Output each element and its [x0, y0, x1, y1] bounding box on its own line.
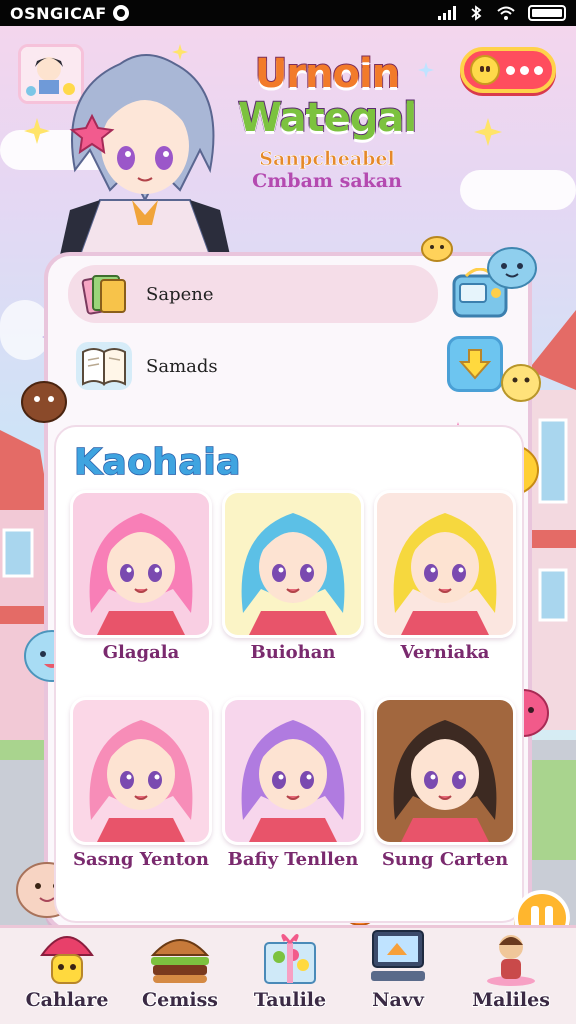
section-title: Kaohaia [73, 441, 241, 484]
title-line2: Wategal [237, 95, 418, 141]
character-name: Sasng Yenton [72, 848, 210, 872]
status-bar: OSNGICAF [0, 0, 576, 26]
character-card[interactable] [374, 697, 516, 845]
character-name: Buiohan [249, 641, 336, 665]
house-left [0, 430, 50, 740]
gift-box-icon [264, 934, 316, 984]
character-name: Sung Carten [381, 848, 510, 872]
smiley-icon [470, 55, 500, 85]
character-portrait [225, 493, 361, 635]
sparkle-icon [172, 44, 188, 60]
subtitle-line1: Sanpcheabel [259, 148, 395, 171]
character-card[interactable] [222, 697, 364, 845]
menu-item-sapene[interactable]: Sapene [68, 265, 438, 323]
wifi-icon [497, 6, 515, 20]
critter-icon [487, 247, 537, 289]
nav-item-taulile[interactable]: Taulile [235, 925, 345, 1024]
burger-icon [150, 939, 210, 983]
nav-label: Taulile [253, 988, 327, 1012]
character-card[interactable] [70, 490, 212, 638]
more-dots-icon [506, 65, 543, 75]
character-portrait [225, 700, 361, 842]
character-card[interactable] [222, 490, 364, 638]
sparkle-icon [24, 118, 50, 144]
nav-item-navv[interactable]: Navv [343, 925, 453, 1024]
menu-item-label: Samads [146, 355, 218, 377]
download-button[interactable] [447, 336, 503, 392]
arrow-down-icon [458, 349, 492, 380]
battery-icon [528, 5, 566, 21]
nav-item-maliles[interactable]: Maliles [456, 925, 566, 1024]
chat-button[interactable] [460, 47, 556, 93]
bluetooth-icon [471, 5, 482, 21]
nav-item-cahlare[interactable]: Cahlare [12, 925, 122, 1024]
character-name: Bafiy Tenllen [226, 848, 359, 872]
character-card[interactable] [374, 490, 516, 638]
character-name: Verniaka [399, 641, 490, 665]
menu-item-samads[interactable]: Samads [68, 337, 438, 395]
cloud [460, 170, 576, 210]
card-deck-icon [76, 270, 132, 318]
character-portrait [377, 700, 513, 842]
carrier-icon [112, 5, 129, 21]
nav-item-cemiss[interactable]: Cemiss [125, 925, 235, 1024]
nav-label: Navv [371, 988, 425, 1012]
nav-label: Maliles [471, 988, 551, 1012]
game-title: Urnoin Wategal Sanpcheabel Cmbam sakan [222, 51, 432, 192]
signal-icon [438, 6, 456, 20]
sparkle-icon [474, 118, 502, 146]
menu-item-label: Sapene [146, 283, 214, 305]
character-portrait [377, 493, 513, 635]
character-card[interactable] [70, 697, 212, 845]
nav-label: Cahlare [25, 988, 110, 1012]
carrier-name: OSNGICAF [10, 3, 107, 23]
computer-icon [371, 930, 425, 981]
open-book-icon [76, 342, 132, 390]
subtitle-line2: Cmbam sakan [252, 170, 402, 192]
character-name: Glagala [101, 641, 180, 665]
sparkle-icon [418, 62, 434, 78]
mascot-character [60, 54, 230, 255]
title-line1: Urnoin [254, 51, 401, 97]
critter-icon [21, 381, 67, 423]
critter-icon [421, 236, 453, 262]
mushroom-house-icon [40, 936, 94, 984]
character-portrait [73, 493, 209, 635]
character-portrait [73, 700, 209, 842]
character-icon [487, 935, 535, 986]
critter-icon [501, 364, 541, 402]
nav-label: Cemiss [141, 988, 219, 1012]
